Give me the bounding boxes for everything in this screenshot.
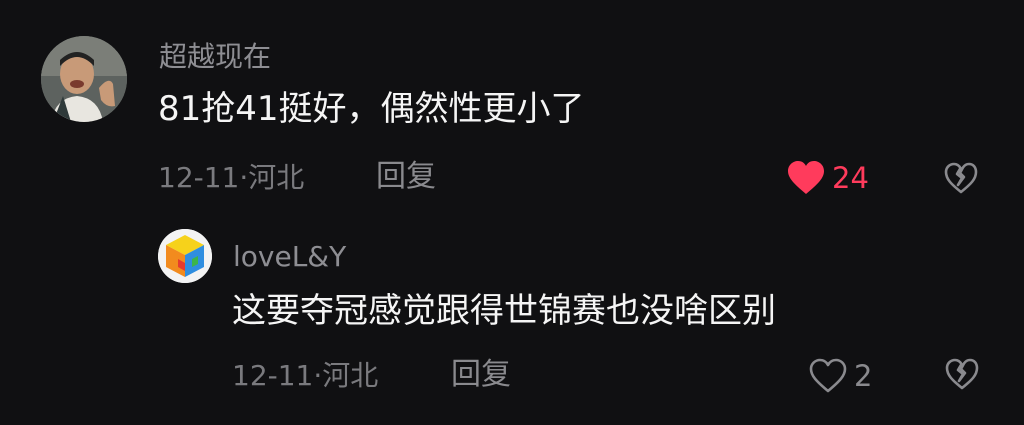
comment-date: 12-11· [232,359,323,392]
comment-reply: loveL&Y 这要夺冠感觉跟得世锦赛也没啥区别 12-11·河北 回复 2 [0,210,1024,425]
comment-text: 这要夺冠感觉跟得世锦赛也没啥区别 [232,291,776,331]
comment-timestamp: 12-11·河北 [232,359,378,393]
broken-heart-icon [944,162,978,194]
reply-button[interactable]: 回复 [451,358,511,392]
dislike-button[interactable] [944,162,978,198]
avatar[interactable] [158,229,212,283]
broken-heart-icon [945,358,979,390]
comment-date: 12-11· [158,161,249,194]
like-count: 2 [854,359,873,393]
heart-outline-icon [809,358,847,393]
reply-button[interactable]: 回复 [376,160,436,194]
avatar-image [41,36,127,122]
heart-filled-icon [788,161,824,194]
dislike-button[interactable] [945,358,979,394]
username[interactable]: 超越现在 [159,40,271,74]
avatar[interactable] [41,36,127,122]
comment-main: 超越现在 81抢41挺好，偶然性更小了 12-11·河北 回复 24 [0,0,1024,210]
like-count: 24 [832,161,869,195]
comment-timestamp: 12-11·河北 [158,161,304,195]
comment-location: 河北 [322,359,379,392]
comment-text: 81抢41挺好，偶然性更小了 [158,89,585,129]
username[interactable]: loveL&Y [233,240,346,274]
comment-location: 河北 [248,161,305,194]
like-button[interactable]: 24 [786,160,869,196]
avatar-image [158,229,212,283]
like-button[interactable]: 2 [808,358,872,394]
